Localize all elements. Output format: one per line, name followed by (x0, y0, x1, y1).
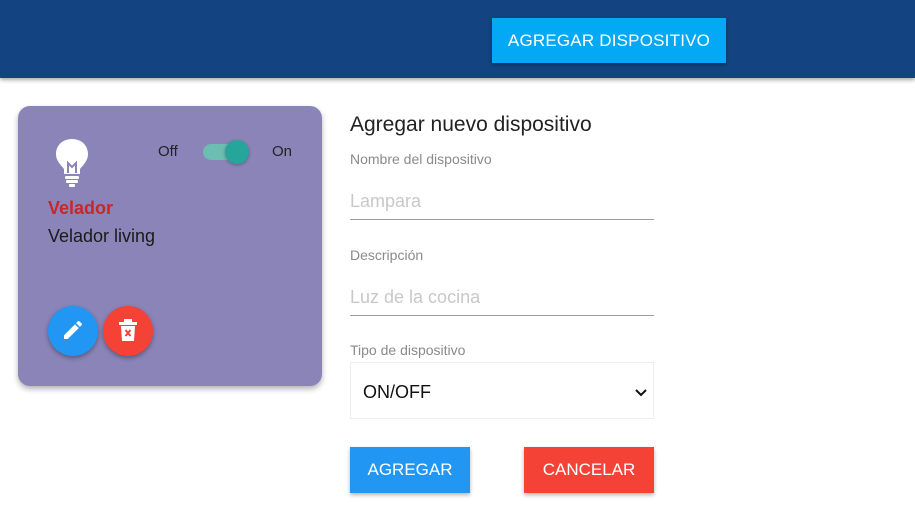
type-field-label: Tipo de dispositivo (350, 342, 466, 358)
device-name-input[interactable] (350, 184, 654, 220)
device-type-select[interactable]: ON/OFF (350, 362, 654, 419)
toggle-on-label: On (272, 143, 293, 160)
device-description: Velador living (48, 226, 156, 246)
power-toggle[interactable] (203, 140, 249, 164)
toggle-off-label: Off (158, 143, 178, 160)
add-device-button[interactable]: AGREGAR DISPOSITIVO (492, 18, 726, 63)
chevron-down-icon (635, 385, 647, 397)
lightbulb-icon (54, 137, 90, 187)
device-description-input[interactable] (350, 280, 654, 316)
device-name: Velador (48, 198, 114, 218)
cancel-button[interactable]: CANCELAR (524, 447, 654, 493)
form-title: Agregar nuevo dispositivo (350, 113, 592, 136)
delete-device-button[interactable] (103, 306, 153, 356)
device-card: Off On Velador Velador living (18, 106, 322, 386)
trash-icon (118, 318, 138, 344)
submit-button[interactable]: AGREGAR (350, 447, 470, 493)
toggle-thumb (225, 140, 249, 164)
description-field-label: Descripción (350, 247, 424, 263)
top-app-bar: AGREGAR DISPOSITIVO (0, 0, 915, 78)
device-type-selected-value: ON/OFF (363, 382, 431, 402)
name-field-label: Nombre del dispositivo (350, 151, 492, 167)
pencil-icon (61, 318, 85, 345)
edit-device-button[interactable] (48, 306, 98, 356)
